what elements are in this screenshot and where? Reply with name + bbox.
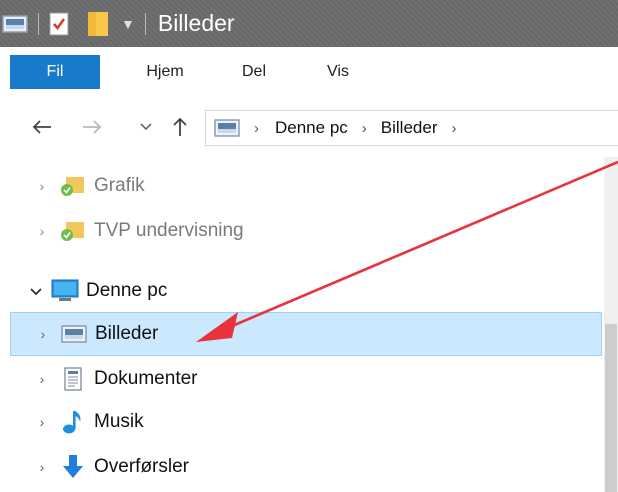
folder-sync-icon (58, 218, 88, 244)
back-button[interactable] (30, 113, 54, 141)
title-separator (38, 12, 39, 35)
breadcrumb-denne-pc[interactable]: Denne pc (275, 118, 348, 138)
tree-item-label: Musik (94, 411, 144, 432)
pictures-icon (59, 321, 89, 347)
tree-item-denne-pc[interactable]: Denne pc (10, 269, 602, 313)
tree-item-label: Dokumenter (94, 368, 198, 389)
arrow-left-icon (32, 120, 51, 134)
tree-item-overforsler[interactable]: › Overførsler (10, 445, 602, 489)
arrow-right-icon (83, 120, 102, 134)
title-separator (144, 12, 146, 35)
tree-item-musik[interactable]: › Musik (10, 400, 602, 444)
tree-item-label: Denne pc (86, 280, 168, 301)
window-title: Billeder (157, 10, 235, 36)
music-icon (58, 409, 88, 435)
tree-item-grafik[interactable]: › Grafik (10, 164, 602, 208)
up-button[interactable] (168, 113, 192, 141)
tree-item-label: TVP undervisning (94, 220, 244, 241)
tree-item-label: Overførsler (94, 456, 189, 477)
ribbon: Fil Hjem Del Vis (0, 47, 618, 98)
tree-item-billeder[interactable]: › Billeder (10, 312, 602, 356)
vertical-scrollbar[interactable] (604, 157, 618, 492)
new-folder-icon[interactable] (87, 11, 109, 37)
tab-vis[interactable]: Vis (316, 57, 360, 87)
breadcrumb-separator[interactable]: › (451, 120, 456, 137)
breadcrumb-billeder[interactable]: Billeder (381, 118, 438, 138)
tab-fil[interactable]: Fil (10, 55, 100, 89)
tab-del[interactable]: Del (232, 57, 276, 87)
chevron-right-icon[interactable]: › (30, 414, 54, 430)
breadcrumb-separator: › (254, 119, 259, 137)
chevron-right-icon[interactable]: › (30, 459, 54, 475)
folder-sync-icon (58, 173, 88, 199)
tab-hjem[interactable]: Hjem (135, 57, 195, 87)
address-bar-row: › Denne pc › Billeder › (0, 97, 618, 157)
downloads-icon (58, 454, 88, 480)
scrollbar-thumb[interactable] (605, 324, 617, 492)
breadcrumb-separator: › (361, 119, 367, 137)
chevron-right-icon[interactable]: › (30, 223, 54, 239)
address-input[interactable]: › Denne pc › Billeder › (205, 110, 618, 146)
chevron-right-icon[interactable]: › (30, 178, 54, 194)
computer-icon (50, 278, 80, 304)
chevron-down-icon (140, 123, 152, 131)
forward-button[interactable] (80, 113, 104, 141)
chevron-down-icon[interactable] (24, 283, 48, 299)
recent-locations-button[interactable] (134, 113, 158, 141)
documents-icon (58, 366, 88, 392)
pictures-folder-icon[interactable] (2, 14, 28, 34)
pictures-icon (214, 119, 240, 137)
chevron-right-icon[interactable]: › (30, 371, 54, 387)
tree-item-dokumenter[interactable]: › Dokumenter (10, 357, 602, 401)
properties-icon[interactable] (49, 12, 69, 36)
navigation-pane: › Grafik › TVP undervisning Denne pc › B… (0, 157, 604, 492)
tree-item-tvp-undervisning[interactable]: › TVP undervisning (10, 209, 602, 253)
arrow-up-icon (173, 117, 187, 136)
title-bar: ▼ Billeder (0, 0, 618, 47)
customize-quick-access-icon[interactable]: ▼ (121, 16, 135, 32)
chevron-right-icon[interactable]: › (31, 326, 55, 342)
tree-item-label: Billeder (95, 323, 159, 344)
tree-item-label: Grafik (94, 175, 145, 196)
